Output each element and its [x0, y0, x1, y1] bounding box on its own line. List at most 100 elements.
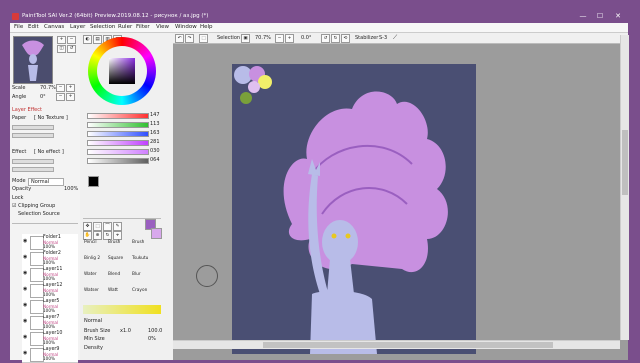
reset-button[interactable]: ↺: [67, 45, 76, 53]
brush-tool-button[interactable]: Watt: [108, 288, 118, 293]
stabilizer-value[interactable]: S-3: [379, 35, 387, 41]
brush-size-value[interactable]: 100.0: [148, 328, 162, 334]
close-button[interactable]: ✕: [611, 10, 625, 23]
effect-width-slider[interactable]: [12, 159, 54, 164]
menu-file[interactable]: File: [14, 24, 23, 30]
menu-selection[interactable]: Selection: [90, 24, 115, 30]
selection-source-checkbox[interactable]: Selection Source: [18, 211, 60, 217]
layer-row[interactable]: ◉ Layer9 Normal 100%: [22, 346, 78, 363]
color-slider-value[interactable]: 281: [150, 139, 160, 145]
menu-ruler[interactable]: Ruler: [118, 24, 132, 30]
visibility-icon[interactable]: ◉: [23, 334, 29, 340]
color-slider[interactable]: [87, 140, 149, 146]
layer-row[interactable]: ◉ Layer12 Normal 100%: [22, 282, 78, 299]
layer-row[interactable]: ◉ Layer10 Normal 100%: [22, 330, 78, 347]
scale-plus-button[interactable]: +: [66, 84, 75, 92]
blend-mode-select[interactable]: Normal: [28, 178, 65, 186]
zoom-out-button[interactable]: −: [67, 36, 76, 44]
zoom-in-toolbar-button[interactable]: +: [285, 34, 294, 43]
navigator-thumbnail[interactable]: [13, 36, 53, 84]
brush-tool-button[interactable]: Brush: [108, 240, 120, 245]
maximize-button[interactable]: ☐: [593, 10, 607, 23]
scale-minus-button[interactable]: −: [56, 84, 65, 92]
color-slider[interactable]: [87, 131, 149, 137]
secondary-color-swatch[interactable]: [151, 228, 162, 239]
min-size-value[interactable]: 0%: [148, 336, 156, 342]
brush-tool-button[interactable]: Binlig 2: [84, 256, 100, 261]
foreground-color-swatch[interactable]: [88, 176, 99, 187]
brush-tool-button[interactable]: Blur: [132, 272, 141, 277]
visibility-icon[interactable]: ◉: [23, 254, 29, 260]
menu-edit[interactable]: Edit: [28, 24, 39, 30]
paper-texture-select[interactable]: [ No Texture ]: [34, 115, 68, 121]
visibility-icon[interactable]: ◉: [23, 350, 29, 356]
pen-pressure-icon[interactable]: ⟋: [393, 34, 397, 42]
angle-plus-button[interactable]: +: [66, 93, 75, 101]
wheel-mode-button[interactable]: ◐: [83, 35, 92, 44]
brush-tool-button[interactable]: Blend: [108, 272, 120, 277]
brush-tool-button[interactable]: Crayon: [132, 288, 147, 293]
saturation-value-square[interactable]: [109, 58, 135, 84]
color-slider[interactable]: [87, 113, 149, 119]
clipping-group-checkbox[interactable]: ☑ Clipping Group: [12, 203, 55, 209]
zoom-out-toolbar-button[interactable]: −: [275, 34, 284, 43]
rotate-right-button[interactable]: ↻: [331, 34, 340, 43]
color-slider-value[interactable]: 163: [150, 130, 160, 136]
brush-tool-button[interactable]: Watser: [84, 288, 99, 293]
visibility-icon[interactable]: ◉: [23, 302, 29, 308]
paper-strength-slider[interactable]: [12, 133, 54, 138]
visibility-icon[interactable]: ◉: [23, 270, 29, 276]
menu-filter[interactable]: Filter: [136, 24, 150, 30]
angle-minus-button[interactable]: −: [56, 93, 65, 101]
tool-button[interactable]: ⬚: [93, 222, 102, 231]
redo-button[interactable]: ↷: [185, 34, 194, 43]
rgb-mode-button[interactable]: ▤: [93, 35, 102, 44]
zoom-in-button[interactable]: +: [57, 36, 66, 44]
tool-button[interactable]: ✥: [83, 222, 92, 231]
color-slider-value[interactable]: 113: [150, 121, 160, 127]
paper-scale-slider[interactable]: [12, 125, 54, 130]
brush-tool-button[interactable]: Pencil: [84, 240, 97, 245]
rotation-value[interactable]: 0.0°: [301, 35, 311, 41]
tool-button[interactable]: ↻: [103, 231, 112, 240]
color-slider[interactable]: [87, 158, 149, 164]
tool-button[interactable]: ✎: [113, 222, 122, 231]
rotate-left-button[interactable]: ↺: [321, 34, 330, 43]
menu-canvas[interactable]: Canvas: [44, 24, 64, 30]
invert-selection-button[interactable]: ▣: [241, 34, 250, 43]
brush-size-mult[interactable]: x1.0: [120, 328, 131, 334]
color-slider-value[interactable]: 147: [150, 112, 160, 118]
zoom-value[interactable]: 70.7%: [255, 35, 271, 41]
brush-mode-select[interactable]: Normal: [84, 318, 102, 324]
layer-row[interactable]: ◉ Folder1 Normal 100%: [22, 234, 78, 251]
drawing-paper[interactable]: [232, 64, 476, 354]
visibility-icon[interactable]: ◉: [23, 286, 29, 292]
color-slider[interactable]: [87, 149, 149, 155]
layer-row[interactable]: ◉ Layer5 Normal 100%: [22, 298, 78, 315]
tool-button[interactable]: ⌒: [103, 222, 112, 231]
deselect-button[interactable]: ⬚: [199, 34, 208, 43]
effect-strength-slider[interactable]: [12, 167, 54, 172]
horizontal-scrollbar[interactable]: [173, 340, 620, 349]
visibility-icon[interactable]: ◉: [23, 238, 29, 244]
minimize-button[interactable]: —: [576, 10, 590, 23]
color-slider-value[interactable]: 030: [150, 148, 160, 154]
tool-button[interactable]: ✋: [83, 231, 92, 240]
brush-tool-button[interactable]: Water: [84, 272, 97, 277]
color-slider-value[interactable]: 064: [150, 157, 160, 163]
menu-window[interactable]: Window: [175, 24, 197, 30]
layer-row[interactable]: ◉ Folder2 Normal 100%: [22, 250, 78, 267]
brush-color-bar[interactable]: [83, 305, 161, 314]
color-slider[interactable]: [87, 122, 149, 128]
brush-tool-button[interactable]: Tsukutu: [132, 256, 148, 261]
fit-button[interactable]: ◫: [57, 45, 66, 53]
vertical-scrollbar[interactable]: [620, 35, 629, 340]
layer-row[interactable]: ◉ Layer7 Normal 100%: [22, 314, 78, 331]
visibility-icon[interactable]: ◉: [23, 318, 29, 324]
menu-layer[interactable]: Layer: [70, 24, 85, 30]
layer-row[interactable]: ◉ Layer11 Normal 100%: [22, 266, 78, 283]
menu-view[interactable]: View: [156, 24, 169, 30]
tool-button[interactable]: ⊕: [93, 231, 102, 240]
brush-tool-button[interactable]: Brush: [132, 240, 144, 245]
reset-rotation-button[interactable]: ⟲: [341, 34, 350, 43]
